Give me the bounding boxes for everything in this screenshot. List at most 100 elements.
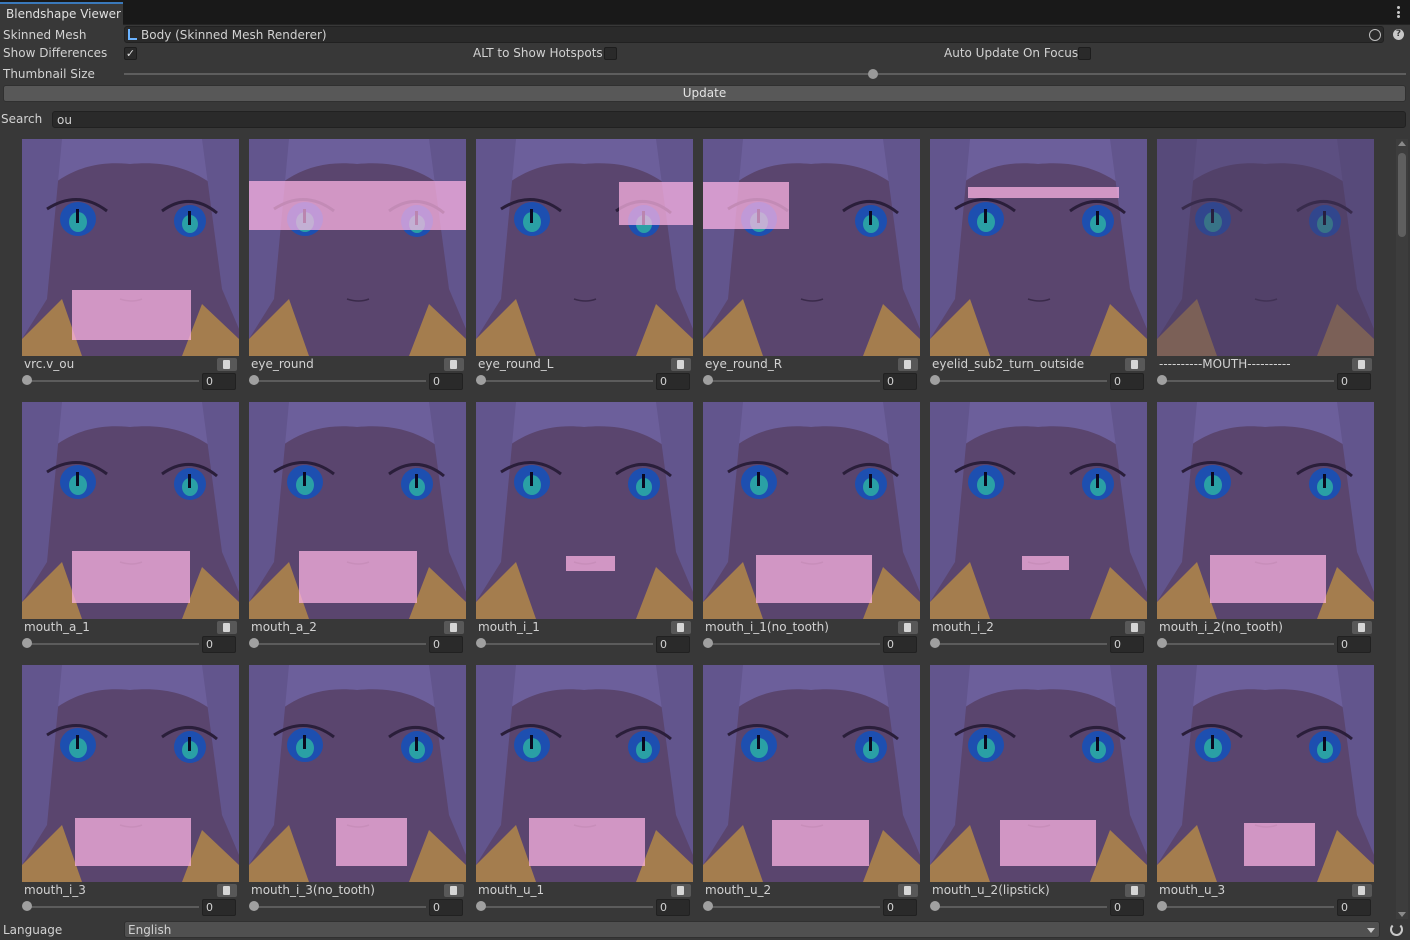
blendshape-slider-track[interactable] — [27, 906, 199, 908]
clipboard-icon[interactable] — [444, 621, 464, 634]
blendshape-value-field[interactable]: 0 — [1110, 373, 1144, 390]
clipboard-icon[interactable] — [898, 884, 918, 897]
blendshape-slider-track[interactable] — [254, 380, 426, 382]
blendshape-slider-knob[interactable] — [22, 901, 32, 911]
blendshape-thumbnail[interactable] — [1157, 665, 1374, 882]
clipboard-icon[interactable] — [1352, 358, 1372, 371]
clipboard-icon[interactable] — [217, 621, 237, 634]
blendshape-slider-track[interactable] — [935, 380, 1107, 382]
blendshape-slider-track[interactable] — [1162, 906, 1334, 908]
blendshape-thumbnail[interactable] — [249, 402, 466, 619]
blendshape-slider-track[interactable] — [935, 906, 1107, 908]
blendshape-slider-knob[interactable] — [22, 375, 32, 385]
blendshape-thumbnail[interactable] — [476, 402, 693, 619]
blendshape-value-field[interactable]: 0 — [429, 899, 463, 916]
blendshape-thumbnail[interactable] — [476, 139, 693, 356]
blendshape-slider-knob[interactable] — [476, 375, 486, 385]
blendshape-slider-track[interactable] — [708, 906, 880, 908]
clipboard-icon[interactable] — [1125, 884, 1145, 897]
blendshape-slider-knob[interactable] — [703, 901, 713, 911]
thumbnail-size-knob[interactable] — [868, 69, 878, 79]
clipboard-icon[interactable] — [898, 621, 918, 634]
clipboard-icon[interactable] — [671, 358, 691, 371]
blendshape-value-field[interactable]: 0 — [1337, 373, 1371, 390]
clipboard-icon[interactable] — [671, 621, 691, 634]
blendshape-slider-knob[interactable] — [1157, 638, 1167, 648]
clipboard-icon[interactable] — [1352, 884, 1372, 897]
blendshape-slider-track[interactable] — [254, 906, 426, 908]
clipboard-icon[interactable] — [444, 358, 464, 371]
blendshape-thumbnail[interactable] — [249, 139, 466, 356]
blendshape-slider-knob[interactable] — [476, 638, 486, 648]
clipboard-icon[interactable] — [1125, 358, 1145, 371]
scroll-down-icon[interactable] — [1398, 912, 1406, 917]
help-icon[interactable]: ? — [1393, 29, 1404, 40]
alt-hotspots-checkbox[interactable] — [604, 47, 617, 60]
blendshape-thumbnail[interactable] — [930, 139, 1147, 356]
blendshape-slider-knob[interactable] — [249, 638, 259, 648]
blendshape-thumbnail[interactable] — [1157, 139, 1374, 356]
clipboard-icon[interactable] — [217, 884, 237, 897]
blendshape-slider-track[interactable] — [27, 643, 199, 645]
update-button[interactable]: Update — [3, 85, 1406, 102]
show-differences-checkbox[interactable]: ✓ — [124, 47, 137, 60]
clipboard-icon[interactable] — [1125, 621, 1145, 634]
blendshape-value-field[interactable]: 0 — [656, 373, 690, 390]
blendshape-slider-knob[interactable] — [249, 375, 259, 385]
blendshape-slider-track[interactable] — [254, 643, 426, 645]
blendshape-value-field[interactable]: 0 — [1110, 636, 1144, 653]
clipboard-icon[interactable] — [1352, 621, 1372, 634]
blendshape-value-field[interactable]: 0 — [656, 899, 690, 916]
blendshape-slider-track[interactable] — [1162, 643, 1334, 645]
blendshape-value-field[interactable]: 0 — [1337, 636, 1371, 653]
blendshape-slider-knob[interactable] — [476, 901, 486, 911]
clipboard-icon[interactable] — [444, 884, 464, 897]
scroll-up-icon[interactable] — [1398, 141, 1406, 146]
blendshape-thumbnail[interactable] — [249, 665, 466, 882]
blendshape-thumbnail[interactable] — [703, 139, 920, 356]
object-picker-icon[interactable] — [1369, 29, 1381, 41]
blendshape-slider-track[interactable] — [708, 380, 880, 382]
window-tab[interactable]: Blendshape Viewer — [0, 2, 123, 26]
blendshape-thumbnail[interactable] — [703, 665, 920, 882]
skinned-mesh-field[interactable]: Body (Skinned Mesh Renderer) — [124, 26, 1384, 43]
blendshape-slider-knob[interactable] — [930, 901, 940, 911]
blendshape-value-field[interactable]: 0 — [429, 373, 463, 390]
blendshape-value-field[interactable]: 0 — [1110, 899, 1144, 916]
blendshape-slider-track[interactable] — [481, 380, 653, 382]
thumbnail-size-track[interactable] — [124, 73, 1406, 75]
blendshape-value-field[interactable]: 0 — [202, 899, 236, 916]
vertical-scrollbar[interactable] — [1396, 139, 1408, 919]
language-dropdown[interactable]: English — [124, 921, 1380, 938]
blendshape-value-field[interactable]: 0 — [429, 636, 463, 653]
blendshape-value-field[interactable]: 0 — [1337, 899, 1371, 916]
blendshape-slider-knob[interactable] — [1157, 375, 1167, 385]
blendshape-slider-knob[interactable] — [930, 375, 940, 385]
clipboard-icon[interactable] — [671, 884, 691, 897]
blendshape-value-field[interactable]: 0 — [883, 899, 917, 916]
blendshape-thumbnail[interactable] — [930, 665, 1147, 882]
blendshape-value-field[interactable]: 0 — [883, 373, 917, 390]
blendshape-thumbnail[interactable] — [703, 402, 920, 619]
blendshape-thumbnail[interactable] — [22, 139, 239, 356]
blendshape-slider-knob[interactable] — [930, 638, 940, 648]
blendshape-slider-knob[interactable] — [249, 901, 259, 911]
blendshape-slider-knob[interactable] — [1157, 901, 1167, 911]
blendshape-slider-knob[interactable] — [22, 638, 32, 648]
blendshape-slider-track[interactable] — [481, 906, 653, 908]
clipboard-icon[interactable] — [217, 358, 237, 371]
blendshape-value-field[interactable]: 0 — [883, 636, 917, 653]
blendshape-slider-track[interactable] — [481, 643, 653, 645]
blendshape-slider-track[interactable] — [1162, 380, 1334, 382]
more-menu-icon[interactable] — [1394, 4, 1402, 20]
blendshape-thumbnail[interactable] — [930, 402, 1147, 619]
blendshape-thumbnail[interactable] — [476, 665, 693, 882]
blendshape-value-field[interactable]: 0 — [656, 636, 690, 653]
blendshape-value-field[interactable]: 0 — [202, 636, 236, 653]
blendshape-slider-track[interactable] — [27, 380, 199, 382]
blendshape-slider-knob[interactable] — [703, 638, 713, 648]
blendshape-thumbnail[interactable] — [1157, 402, 1374, 619]
auto-update-checkbox[interactable] — [1078, 47, 1091, 60]
blendshape-slider-track[interactable] — [935, 643, 1107, 645]
blendshape-value-field[interactable]: 0 — [202, 373, 236, 390]
